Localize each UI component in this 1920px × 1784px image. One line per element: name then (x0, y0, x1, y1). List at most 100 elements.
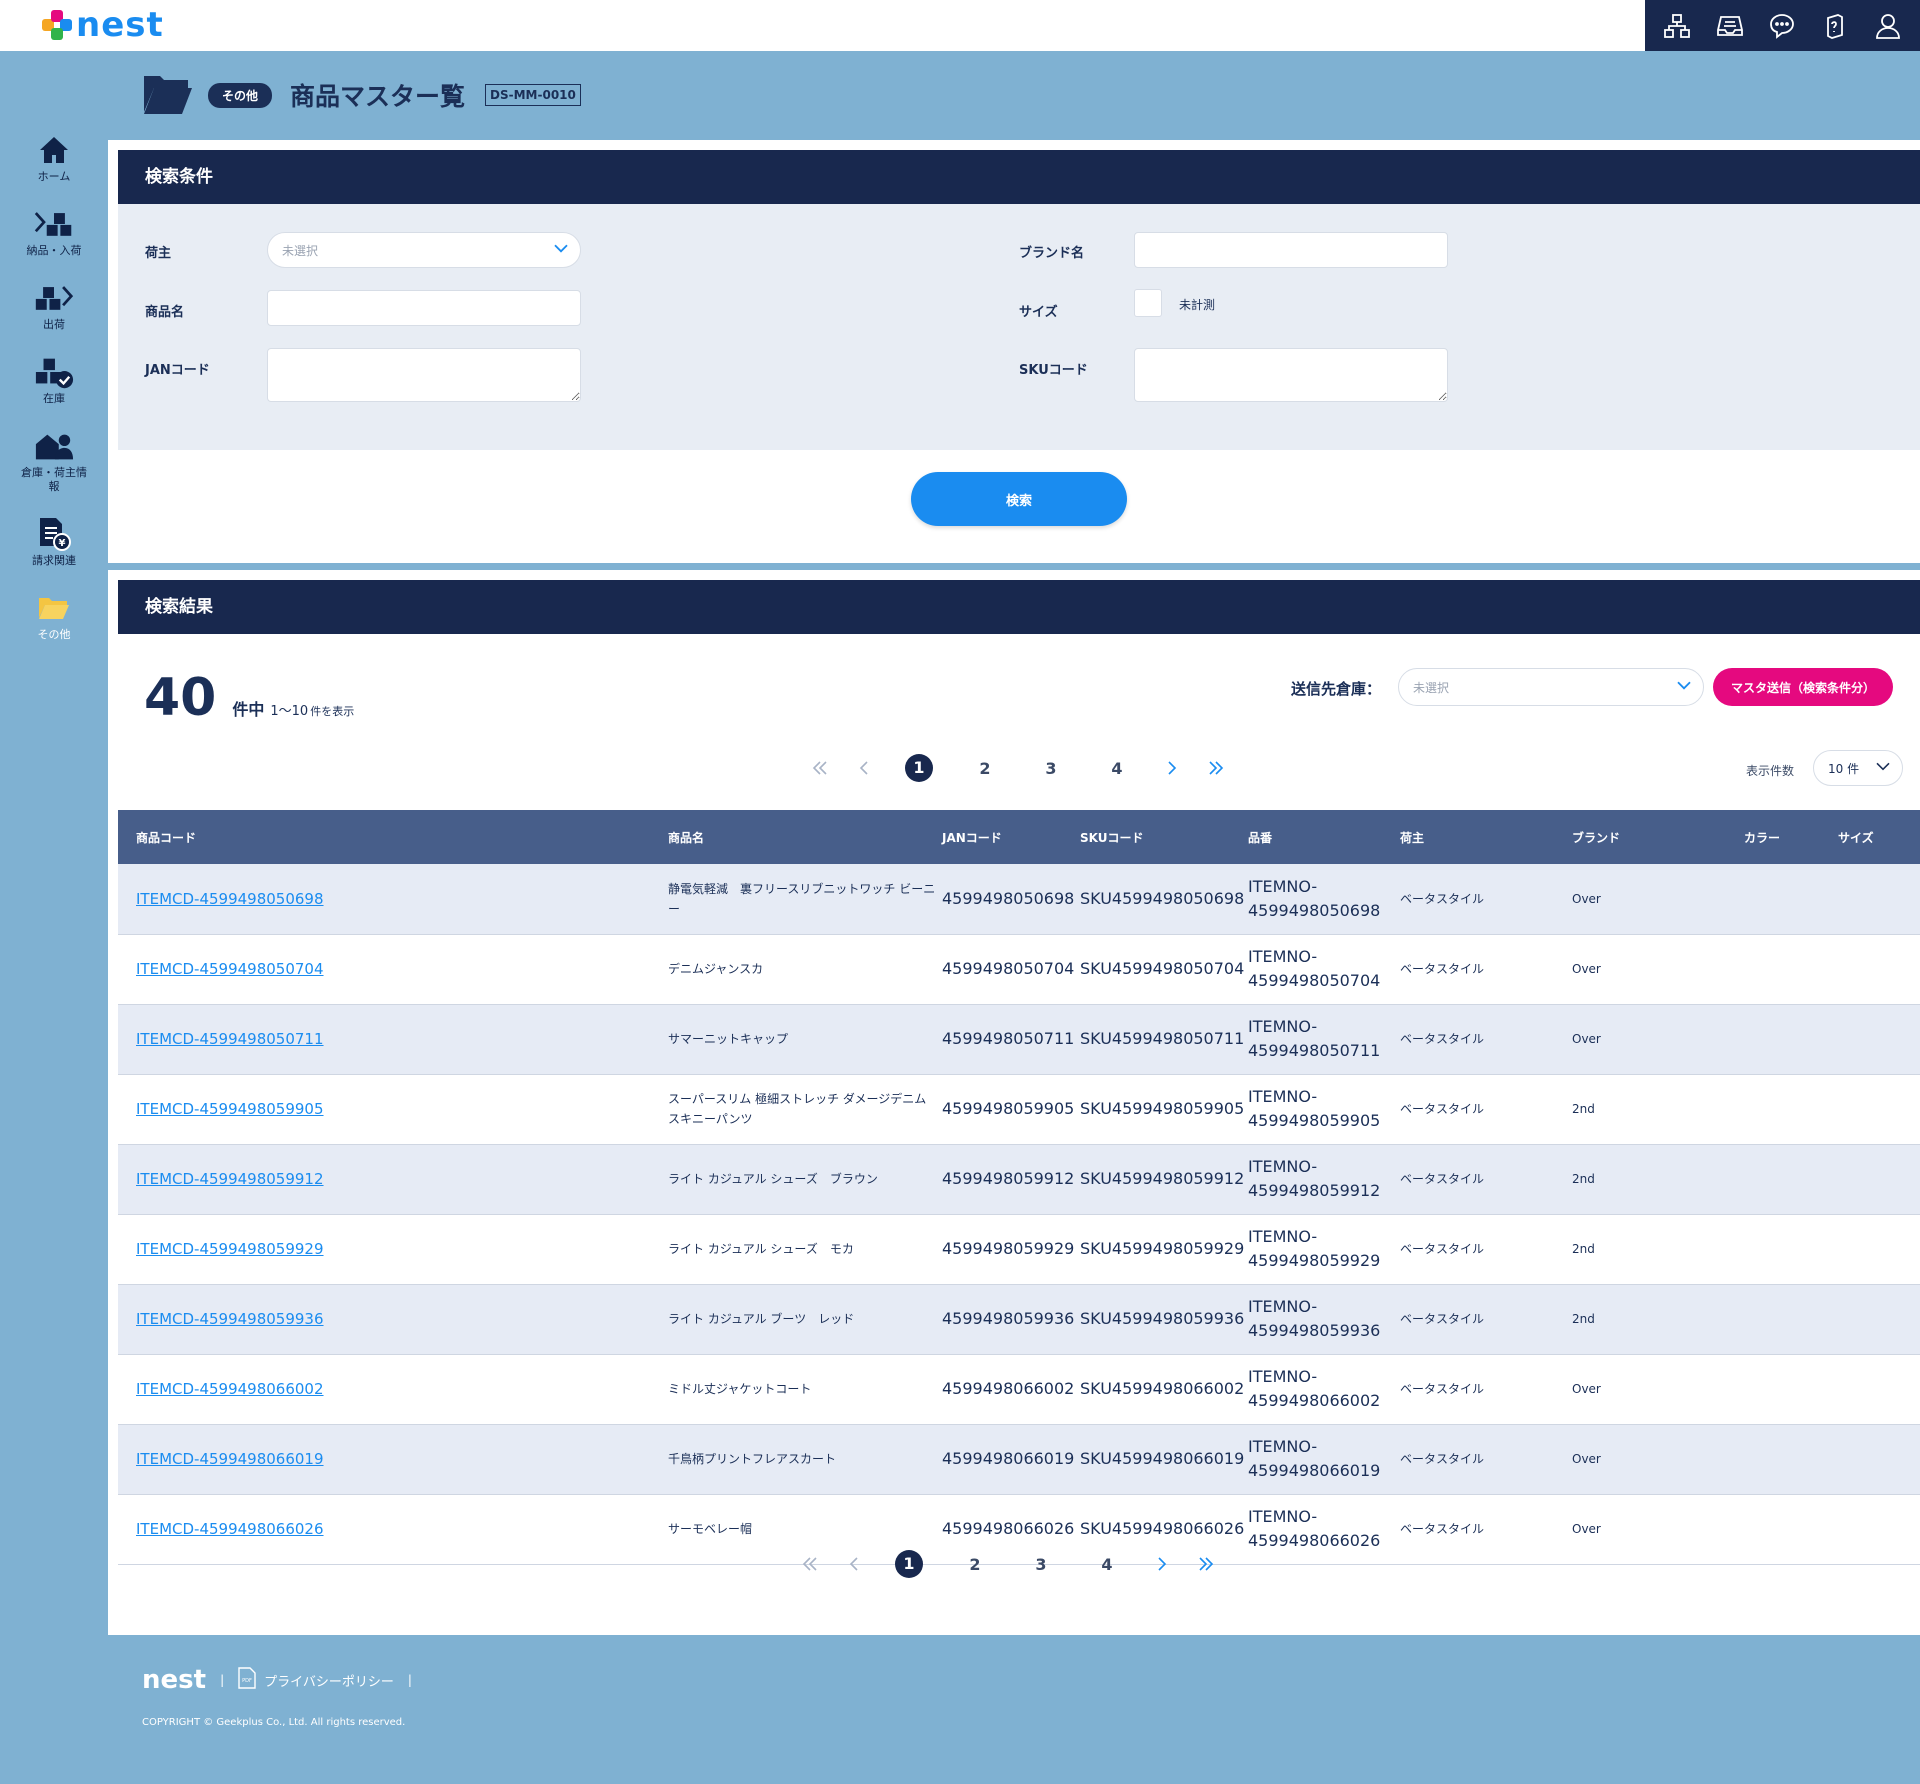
brand-name-input[interactable] (1134, 232, 1448, 268)
logo-text: nest (76, 5, 164, 45)
sidebar-item-stock[interactable]: 在庫 (0, 352, 108, 406)
page-3[interactable]: 3 (1008, 1555, 1074, 1574)
product-code-link[interactable]: ITEMCD-4599498066026 (118, 1494, 650, 1564)
prev-page-icon[interactable] (832, 1557, 876, 1571)
chat-icon[interactable] (1765, 9, 1799, 43)
sidebar-item-other[interactable]: その他 (0, 588, 108, 642)
column-header[interactable]: カラー (1726, 810, 1820, 864)
product-code-link[interactable]: ITEMCD-4599498059936 (118, 1284, 650, 1354)
master-send-button[interactable]: マスタ送信（検索条件分） (1713, 668, 1893, 706)
user-icon[interactable] (1871, 9, 1905, 43)
search-button[interactable]: 検索 (911, 472, 1127, 526)
sitemap-icon[interactable] (1660, 9, 1694, 43)
item-number-cell: ITEMNO- 4599498050698 (1244, 864, 1382, 934)
sidebar-item-warehouse[interactable]: 倉庫・荷主情報 (0, 426, 108, 494)
column-header[interactable]: 品番 (1244, 810, 1382, 864)
shipper-select[interactable]: 未選択 (267, 232, 581, 268)
next-page-icon[interactable] (1150, 761, 1194, 775)
sidebar-item-label: 出荷 (43, 318, 65, 331)
table-row[interactable]: ITEMCD-4599498050698 静電気軽減 裏フリースリブニットワッチ … (118, 864, 1920, 934)
screen-code: DS-MM-0010 (485, 84, 581, 106)
jan-code-cell: 4599498059905 (942, 1099, 1075, 1118)
product-code-link[interactable]: ITEMCD-4599498059929 (118, 1214, 650, 1284)
owner-cell: ベータスタイル (1400, 1312, 1485, 1326)
sidebar-item-label: ホーム (37, 170, 71, 183)
size-cell (1820, 1144, 1920, 1214)
category-badge: その他 (208, 82, 273, 108)
column-header[interactable]: 荷主 (1382, 810, 1554, 864)
jan-code-textarea[interactable] (267, 348, 581, 402)
next-page-icon[interactable] (1140, 1557, 1184, 1571)
size-cell (1820, 1354, 1920, 1424)
product-code-link[interactable]: ITEMCD-4599498059905 (118, 1074, 650, 1144)
product-name-cell: スーパースリム 極細ストレッチ ダメージデニムスキニーパンツ (668, 1092, 927, 1126)
item-number-cell: ITEMNO- 4599498050711 (1244, 1004, 1382, 1074)
product-code-link[interactable]: ITEMCD-4599498050704 (118, 934, 650, 1004)
table-row[interactable]: ITEMCD-4599498066019 千鳥柄プリントフレアスカート 459949… (118, 1424, 1920, 1494)
sku-code-cell: SKU4599498059912 (1080, 1169, 1245, 1188)
product-code-link[interactable]: ITEMCD-4599498066002 (118, 1354, 650, 1424)
sidebar-item-home[interactable]: ホーム (0, 130, 108, 184)
item-number-line: ITEMNO- (1248, 947, 1318, 966)
table-row[interactable]: ITEMCD-4599498050704 デニムジャンスカ 459949805070… (118, 934, 1920, 1004)
sidebar-item-inbound[interactable]: 納品・入荷 (0, 204, 108, 258)
item-number-cell: ITEMNO- 4599498059929 (1244, 1214, 1382, 1284)
results-table: 商品コード 商品名 JANコード SKUコード 品番 荷主 ブランド カラー サ… (118, 810, 1920, 1565)
sidebar-item-outbound[interactable]: 出荷 (0, 278, 108, 332)
help-icon[interactable] (1818, 9, 1852, 43)
brand-cell: Over (1572, 962, 1601, 976)
inbox-icon[interactable] (1713, 9, 1747, 43)
unmeasured-label: 未計測 (1179, 298, 1216, 312)
result-range-suffix: 件を表示 (310, 705, 355, 718)
result-range: 1～10 (270, 704, 309, 719)
sku-code-textarea[interactable] (1134, 348, 1448, 402)
page-4[interactable]: 4 (1074, 1555, 1140, 1574)
table-row[interactable]: ITEMCD-4599498059936 ライト カジュアル ブーツ レッド 459… (118, 1284, 1920, 1354)
product-code-link[interactable]: ITEMCD-4599498066019 (118, 1424, 650, 1494)
page-2[interactable]: 2 (942, 1555, 1008, 1574)
table-row[interactable]: ITEMCD-4599498050711 サマーニットキャップ 4599498050… (118, 1004, 1920, 1074)
product-code-link[interactable]: ITEMCD-4599498059912 (118, 1144, 650, 1214)
table-row[interactable]: ITEMCD-4599498059912 ライト カジュアル シューズ ブラウン 4… (118, 1144, 1920, 1214)
destination-warehouse-select[interactable]: 未選択 (1398, 668, 1704, 706)
page-4[interactable]: 4 (1084, 759, 1150, 778)
table-row[interactable]: ITEMCD-4599498059929 ライト カジュアル シューズ モカ 459… (118, 1214, 1920, 1284)
owner-cell: ベータスタイル (1400, 1242, 1485, 1256)
column-header[interactable]: JANコード (938, 810, 1076, 864)
item-number-line: 4599498066026 (1248, 1531, 1381, 1550)
pdf-document-icon: PDF (238, 1667, 256, 1693)
item-number-line: 4599498059905 (1248, 1111, 1381, 1130)
top-header: nest (0, 0, 1920, 51)
sidebar-item-billing[interactable]: ¥ 請求関連 (0, 514, 108, 568)
product-code-link[interactable]: ITEMCD-4599498050698 (118, 864, 650, 934)
column-header[interactable]: ブランド (1554, 810, 1726, 864)
nest-logo[interactable]: nest (42, 7, 164, 43)
sidebar-item-label: その他 (37, 628, 71, 641)
first-page-icon[interactable] (788, 1557, 832, 1571)
column-header[interactable]: 商品名 (650, 810, 938, 864)
page-3[interactable]: 3 (1018, 759, 1084, 778)
per-page-label: 表示件数 (1746, 764, 1795, 778)
last-page-icon[interactable] (1184, 1557, 1228, 1571)
last-page-icon[interactable] (1194, 761, 1238, 775)
unmeasured-checkbox[interactable] (1134, 289, 1162, 317)
prev-page-icon[interactable] (842, 761, 886, 775)
product-code-link[interactable]: ITEMCD-4599498050711 (118, 1004, 650, 1074)
first-page-icon[interactable] (798, 761, 842, 775)
table-row[interactable]: ITEMCD-4599498066002 ミドル丈ジャケットコート 45994980… (118, 1354, 1920, 1424)
column-header[interactable]: 商品コード (118, 810, 650, 864)
per-page-select[interactable]: 10 件 (1813, 750, 1903, 786)
page-1[interactable]: 1 (886, 754, 952, 782)
item-number-line: 4599498059929 (1248, 1251, 1381, 1270)
item-number-line: ITEMNO- (1248, 1367, 1318, 1386)
results-table-body: ITEMCD-4599498050698 静電気軽減 裏フリースリブニットワッチ … (118, 864, 1920, 1564)
page-1[interactable]: 1 (876, 1550, 942, 1578)
pagination-bottom: 1 2 3 4 (788, 1550, 1228, 1578)
nest-logo-mark-icon (42, 10, 72, 40)
privacy-policy-link[interactable]: PDF プライバシーポリシー (238, 1667, 394, 1693)
column-header[interactable]: サイズ (1820, 810, 1920, 864)
table-row[interactable]: ITEMCD-4599498059905 スーパースリム 極細ストレッチ ダメージ… (118, 1074, 1920, 1144)
column-header[interactable]: SKUコード (1076, 810, 1244, 864)
product-name-input[interactable] (267, 290, 581, 326)
page-2[interactable]: 2 (952, 759, 1018, 778)
